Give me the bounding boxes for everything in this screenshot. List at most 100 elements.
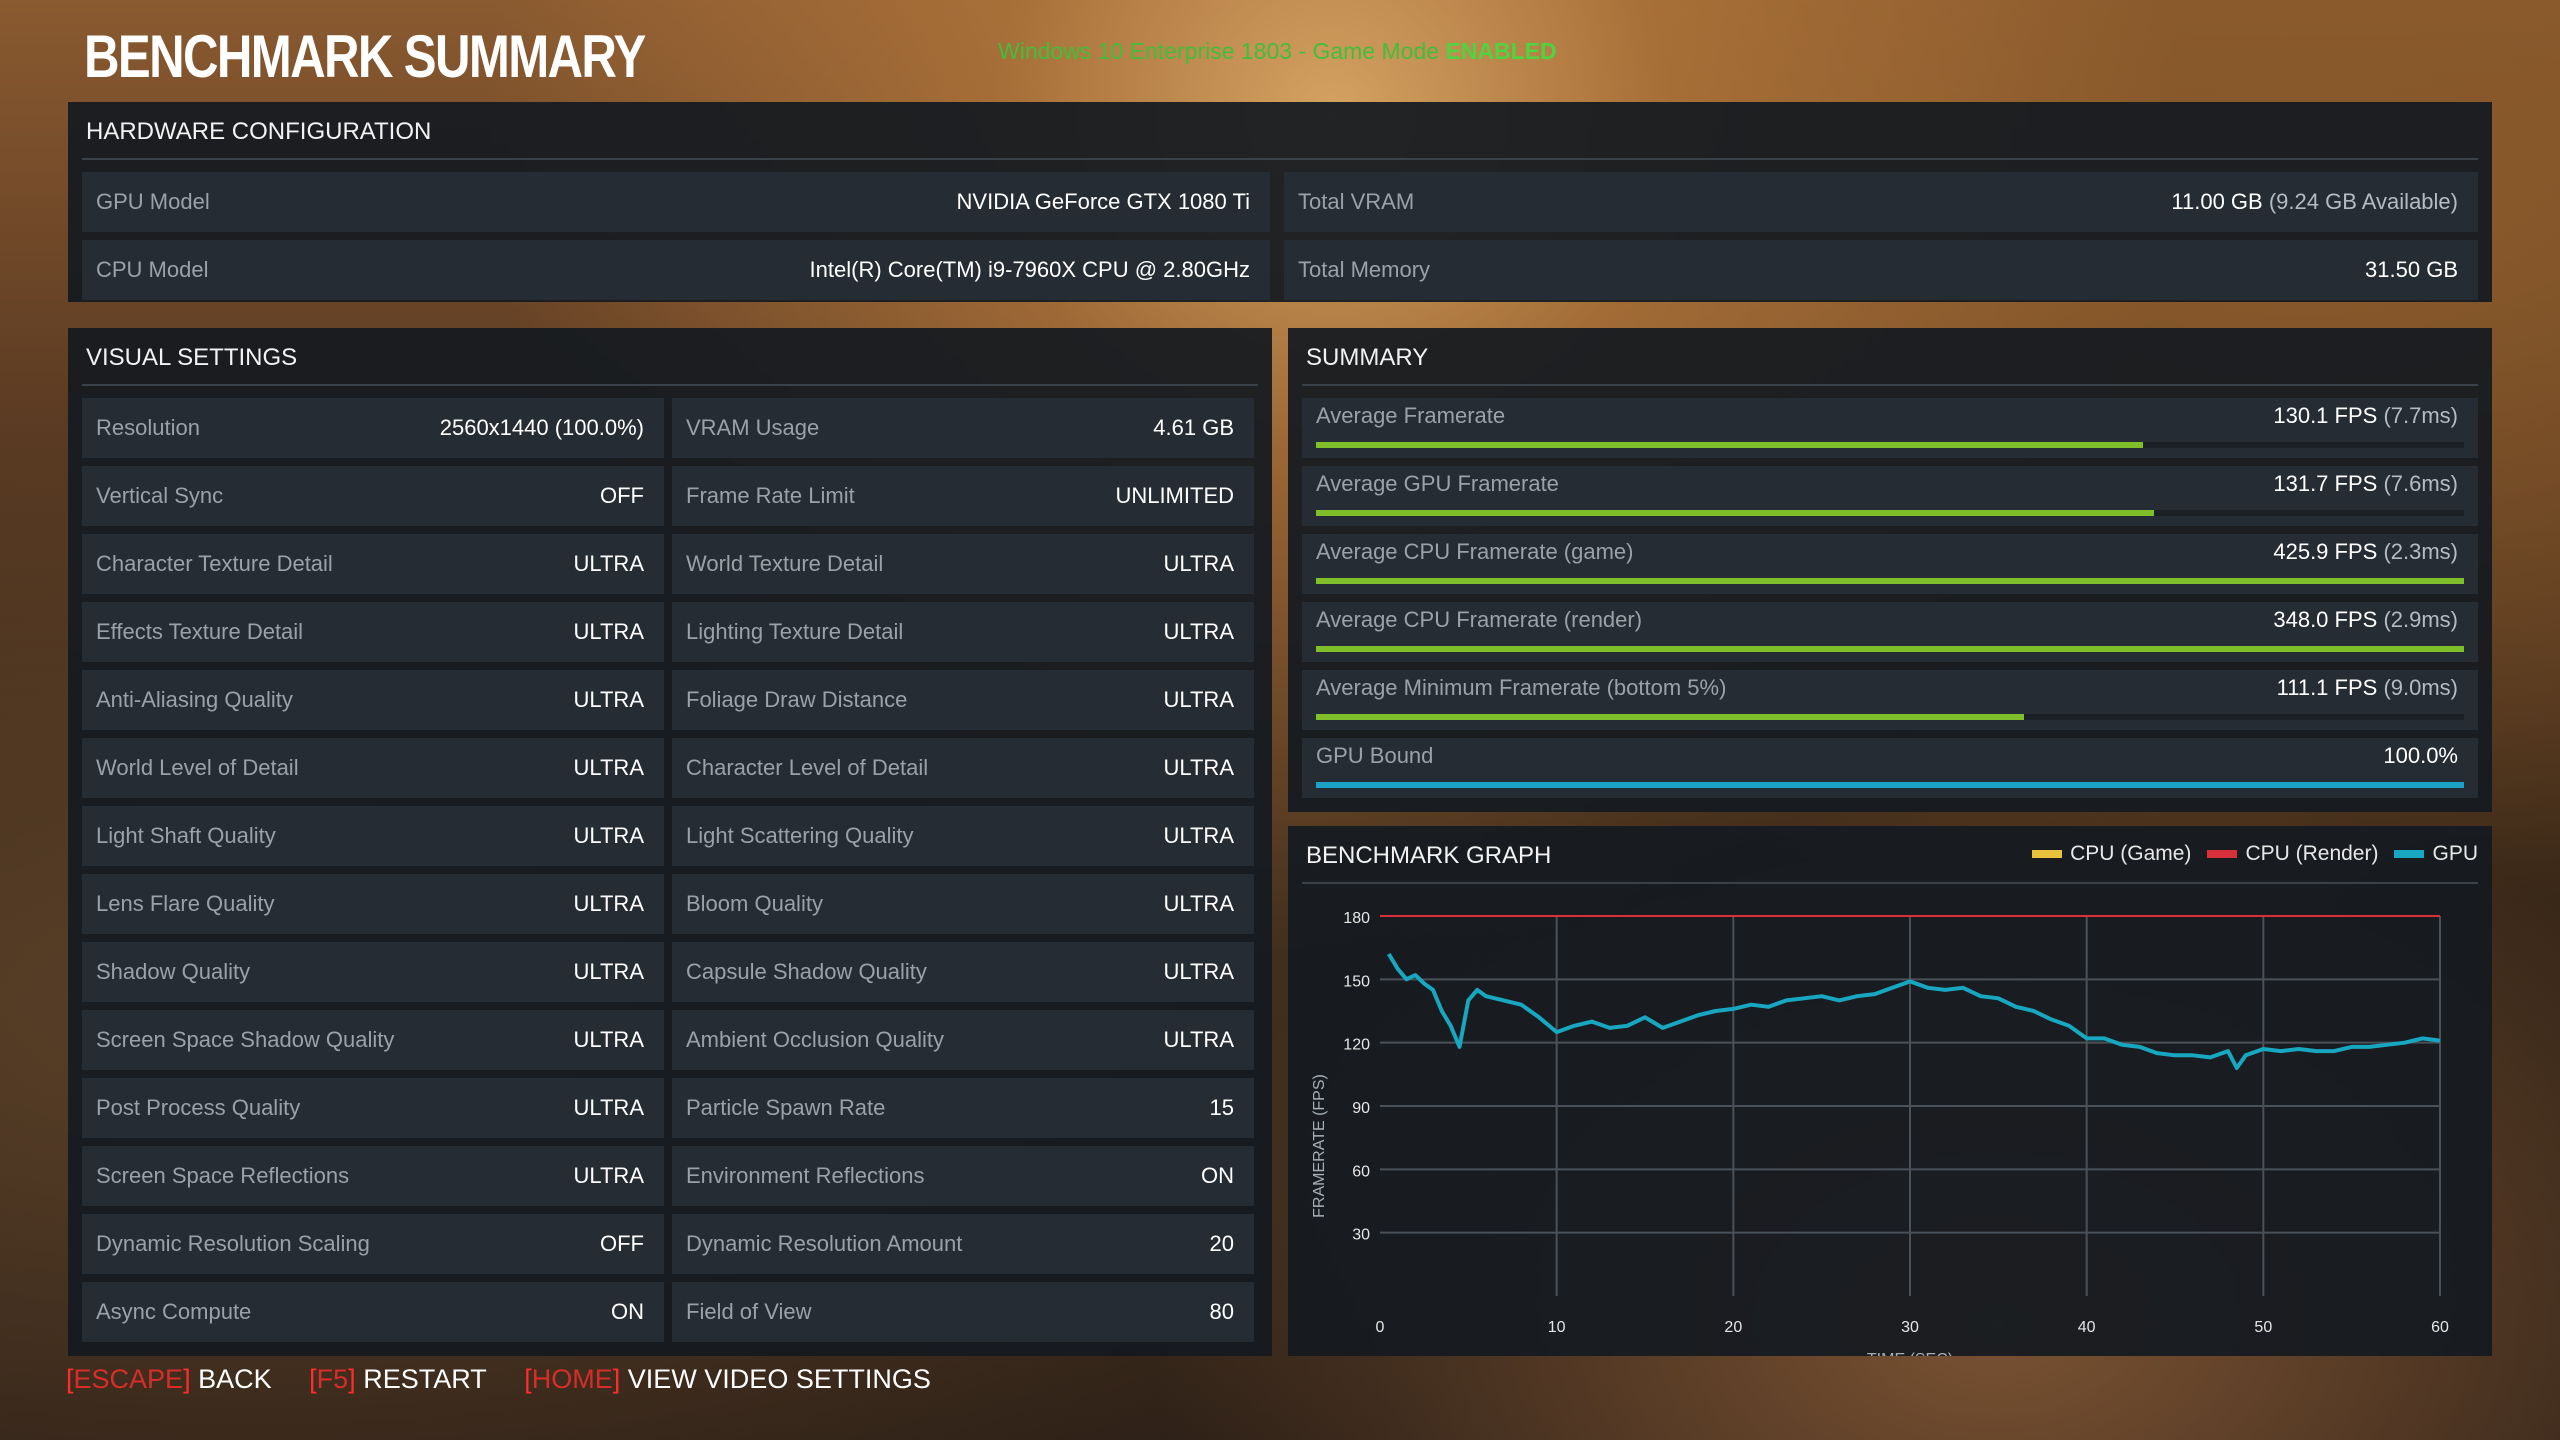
video-settings-label: VIEW VIDEO SETTINGS [627, 1364, 931, 1394]
visual-settings-panel: VISUAL SETTINGS Resolution 2560x1440 (100… [68, 328, 1272, 1356]
setting-label: Dynamic Resolution Scaling [96, 1231, 370, 1256]
summary-frametime: (7.7ms) [2383, 403, 2458, 428]
setting-row: Ambient Occlusion Quality ULTRA [672, 1010, 1254, 1070]
setting-label: Foliage Draw Distance [686, 687, 908, 712]
setting-row: Lens Flare Quality ULTRA [82, 874, 664, 934]
setting-label: Ambient Occlusion Quality [686, 1027, 944, 1052]
x-tick-label: 20 [1724, 1319, 1742, 1336]
summary-frametime: (9.0ms) [2383, 675, 2458, 700]
setting-row: Resolution 2560x1440 (100.0%) [82, 398, 664, 458]
setting-row: VRAM Usage 4.61 GB [672, 398, 1254, 458]
setting-label: Particle Spawn Rate [686, 1095, 886, 1120]
gpu-model-label: GPU Model [96, 189, 210, 214]
setting-label: Capsule Shadow Quality [686, 959, 927, 984]
setting-label: Environment Reflections [686, 1163, 925, 1188]
setting-row: Shadow Quality ULTRA [82, 942, 664, 1002]
heading-divider [82, 158, 2478, 160]
setting-value: ULTRA [573, 1027, 645, 1052]
summary-fps: 348.0 FPS [2273, 607, 2378, 632]
setting-label: Screen Space Reflections [96, 1163, 350, 1188]
x-axis-label: TIME (SEC) [1867, 1351, 1953, 1356]
video-settings-hint[interactable]: [HOME] VIEW VIDEO SETTINGS [524, 1364, 931, 1394]
setting-label: Bloom Quality [686, 891, 823, 916]
heading-divider [1302, 384, 2478, 386]
game-mode-status: ENABLED [1445, 38, 1557, 64]
setting-label: Vertical Sync [96, 483, 224, 508]
cpu-model-value: Intel(R) Core(TM) i9-7960X CPU @ 2.80GHz [809, 257, 1250, 282]
x-tick-label: 50 [2254, 1319, 2272, 1336]
setting-row: Vertical Sync OFF [82, 466, 664, 526]
setting-value: 2560x1440 (100.0%) [439, 415, 644, 440]
setting-row: Anti-Aliasing Quality ULTRA [82, 670, 664, 730]
summary-value: 131.7 FPS (7.6ms) [2273, 471, 2458, 497]
setting-value: ULTRA [573, 823, 645, 848]
hardware-config-heading: HARDWARE CONFIGURATION [86, 118, 432, 145]
summary-row: Average CPU Framerate (game) 425.9 FPS (2… [1302, 534, 2478, 594]
setting-label: Effects Texture Detail [96, 619, 304, 644]
setting-value: ULTRA [1163, 551, 1235, 576]
summary-frametime: (7.6ms) [2383, 471, 2458, 496]
hardware-config-panel: HARDWARE CONFIGURATION GPU Model NVIDIA … [68, 102, 2492, 302]
summary-label: GPU Bound [1316, 743, 1434, 768]
setting-row: Lighting Texture Detail ULTRA [672, 602, 1254, 662]
setting-value: ULTRA [1163, 823, 1235, 848]
y-tick-label: 150 [1343, 973, 1370, 990]
restart-label: RESTART [363, 1364, 487, 1394]
f5-key-label: F5 [316, 1364, 349, 1394]
setting-row: Field of View 80 [672, 1282, 1254, 1342]
setting-value: OFF [600, 483, 644, 508]
y-tick-label: 60 [1352, 1163, 1370, 1180]
total-memory-value: 31.50 GB [2365, 257, 2458, 282]
setting-value: ULTRA [1163, 959, 1235, 984]
summary-value: 425.9 FPS (2.3ms) [2273, 539, 2458, 565]
page-title: BENCHMARK SUMMARY [84, 23, 646, 90]
setting-value: OFF [600, 1231, 644, 1256]
setting-value: ULTRA [1163, 619, 1235, 644]
series-gpu-line [1387, 952, 2441, 1070]
setting-label: VRAM Usage [686, 415, 820, 440]
setting-row: Light Scattering Quality ULTRA [672, 806, 1254, 866]
setting-row: Bloom Quality ULTRA [672, 874, 1254, 934]
setting-label: Dynamic Resolution Amount [686, 1231, 963, 1256]
gpu-model-value: NVIDIA GeForce GTX 1080 Ti [956, 189, 1250, 214]
setting-label: Resolution [96, 415, 200, 440]
setting-value: 20 [1209, 1231, 1234, 1256]
setting-row: Post Process Quality ULTRA [82, 1078, 664, 1138]
summary-bar-fill [1316, 782, 2464, 788]
setting-row: Environment Reflections ON [672, 1146, 1254, 1206]
summary-row: Average CPU Framerate (render) 348.0 FPS … [1302, 602, 2478, 662]
total-vram-value: 11.00 GB (9.24 GB Available) [2171, 189, 2458, 215]
setting-value: ULTRA [573, 1095, 645, 1120]
summary-bar [1316, 510, 2464, 516]
setting-label: Post Process Quality [96, 1095, 301, 1120]
summary-bar-fill [1316, 510, 2155, 516]
summary-label: Average GPU Framerate [1316, 471, 1559, 496]
x-tick-label: 40 [2078, 1319, 2096, 1336]
setting-value: 4.61 GB [1153, 415, 1234, 440]
back-hint[interactable]: [ESCAPE] BACK [66, 1364, 272, 1394]
setting-value: ULTRA [573, 1163, 645, 1188]
setting-row: Dynamic Resolution Amount 20 [672, 1214, 1254, 1274]
setting-row: Screen Space Reflections ULTRA [82, 1146, 664, 1206]
cpu-model-row: CPU Model Intel(R) Core(TM) i9-7960X CPU… [82, 240, 1270, 300]
summary-fps: 111.1 FPS [2276, 675, 2378, 700]
gpu-model-row: GPU Model NVIDIA GeForce GTX 1080 Ti [82, 172, 1270, 232]
summary-label: Average Framerate [1316, 403, 1506, 428]
restart-hint[interactable]: [F5] RESTART [309, 1364, 487, 1394]
y-axis-label: FRAMERATE (FPS) [1311, 1074, 1328, 1218]
setting-label: World Level of Detail [96, 755, 299, 780]
setting-value: ULTRA [573, 891, 645, 916]
setting-row: Character Level of Detail ULTRA [672, 738, 1254, 798]
setting-row: Async Compute ON [82, 1282, 664, 1342]
y-tick-label: 180 [1343, 910, 1370, 927]
home-key-label: HOME [531, 1364, 613, 1394]
footer-hints: [ESCAPE] BACK [F5] RESTART [HOME] VIEW V… [66, 1364, 961, 1395]
summary-label: Average CPU Framerate (render) [1316, 607, 1643, 632]
y-tick-label: 90 [1352, 1100, 1370, 1117]
summary-bar [1316, 578, 2464, 584]
total-memory-row: Total Memory 31.50 GB [1284, 240, 2478, 300]
summary-frametime: (2.3ms) [2383, 539, 2458, 564]
setting-value: ULTRA [1163, 1027, 1235, 1052]
summary-value: 111.1 FPS (9.0ms) [2277, 675, 2458, 701]
setting-value: ON [1201, 1163, 1234, 1188]
